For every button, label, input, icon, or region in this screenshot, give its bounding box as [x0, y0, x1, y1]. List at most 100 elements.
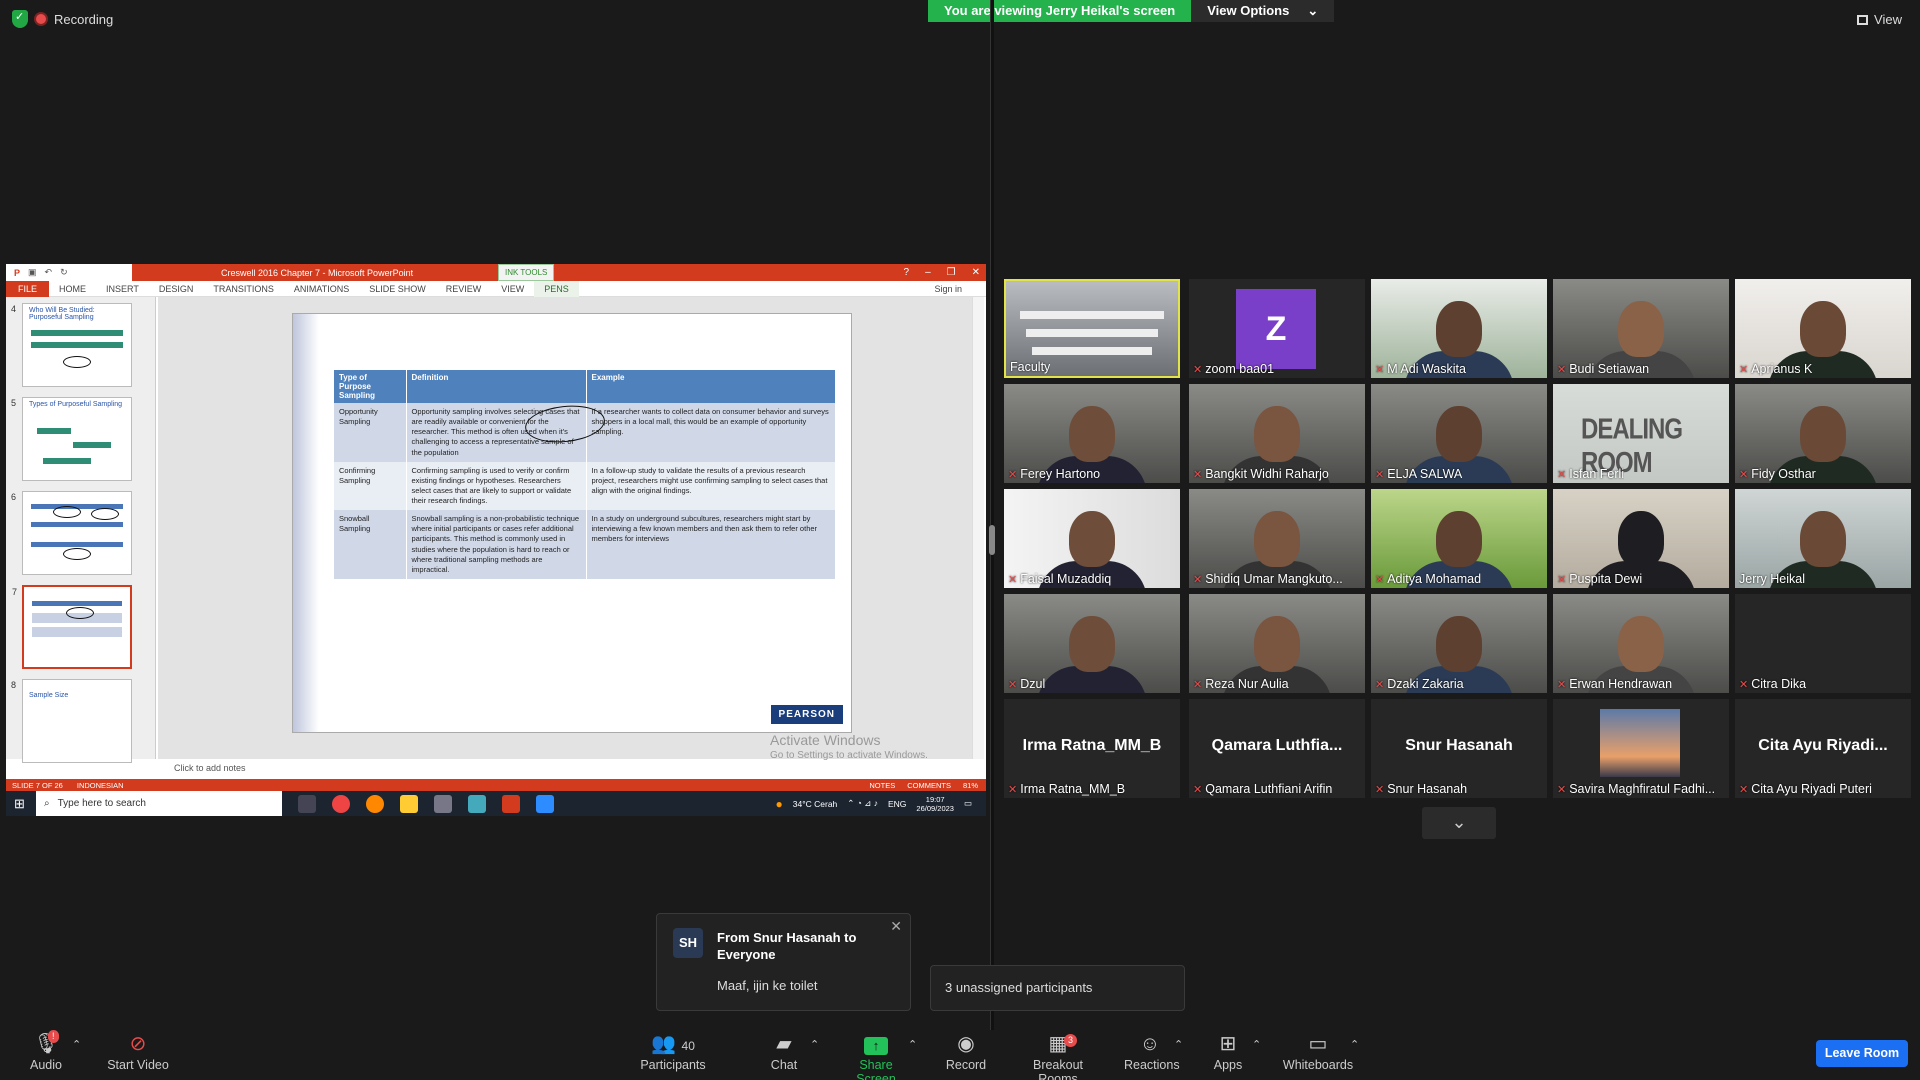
slide-editor[interactable]: Type of Purpose Sampling Definition Exam…: [158, 297, 984, 759]
participant-tile[interactable]: ✕ Fidy Osthar: [1735, 384, 1911, 483]
tab-animations[interactable]: ANIMATIONS: [284, 284, 359, 294]
clock[interactable]: 19:07 26/09/2023: [916, 795, 954, 813]
zoom-app-icon[interactable]: [536, 794, 554, 813]
file-explorer-icon[interactable]: [400, 794, 418, 813]
tab-design[interactable]: DESIGN: [149, 284, 204, 294]
participant-tile[interactable]: Qamara Luthfia... ✕ Qamara Luthfiani Arifi…: [1189, 699, 1365, 798]
participant-tile[interactable]: ✕ Ferey Hartono: [1004, 384, 1180, 483]
split-divider[interactable]: [989, 0, 995, 1030]
audio-button[interactable]: 🎙 Audio: [28, 1030, 64, 1080]
tray-icons[interactable]: ⌃ ◔ ⊿ ♪: [847, 798, 878, 809]
notes-pane[interactable]: Click to add notes: [158, 759, 984, 779]
task-view-icon[interactable]: [298, 794, 316, 813]
sign-in-link[interactable]: Sign in: [934, 284, 986, 294]
apps-options-caret[interactable]: ⌃: [1252, 1038, 1261, 1051]
comments-button[interactable]: COMMENTS: [907, 781, 951, 790]
participant-tile[interactable]: Cita Ayu Riyadi... ✕ Cita Ayu Riyadi Puter…: [1735, 699, 1911, 798]
minimize-icon[interactable]: –: [925, 267, 931, 278]
tab-home[interactable]: HOME: [49, 284, 96, 294]
audio-options-caret[interactable]: ⌃: [72, 1038, 81, 1051]
close-icon[interactable]: ✕: [890, 918, 902, 935]
ink-annotation: [91, 508, 119, 520]
encryption-shield-icon[interactable]: [12, 10, 28, 28]
tab-file[interactable]: FILE: [6, 280, 50, 297]
settings-icon[interactable]: [434, 794, 452, 813]
slide-thumbnail[interactable]: 6: [11, 491, 132, 575]
notes-button[interactable]: NOTES: [869, 781, 895, 790]
participant-tile[interactable]: ✕ Reza Nur Aulia: [1189, 594, 1365, 693]
participant-tile[interactable]: Jerry Heikal: [1735, 489, 1911, 588]
input-language[interactable]: ENG: [888, 799, 906, 809]
undo-icon[interactable]: ↶: [45, 267, 53, 278]
participant-tile[interactable]: ✕ Aditya Mohamad: [1371, 489, 1547, 588]
participant-tile[interactable]: Snur Hasanah ✕ Snur Hasanah: [1371, 699, 1547, 798]
zoom-level[interactable]: 81%: [963, 781, 978, 790]
participant-tile[interactable]: DEALING ROOM ✕ Isfan Ferli: [1553, 384, 1729, 483]
redo-icon[interactable]: ↻: [60, 267, 68, 278]
notifications-icon[interactable]: ▭: [964, 798, 972, 809]
firefox-icon[interactable]: [366, 794, 384, 813]
slide-thumbnail-selected[interactable]: 7: [12, 585, 132, 669]
share-options-caret[interactable]: ⌃: [908, 1038, 917, 1051]
help-icon[interactable]: ?: [904, 267, 910, 278]
view-button[interactable]: View: [1857, 12, 1902, 27]
participant-tile[interactable]: ✕ Shidiq Umar Mangkuto...: [1189, 489, 1365, 588]
reactions-button[interactable]: ☺ Reactions: [1124, 1030, 1180, 1080]
close-icon[interactable]: ✕: [972, 267, 980, 278]
tab-insert[interactable]: INSERT: [96, 284, 149, 294]
chat-options-caret[interactable]: ⌃: [810, 1038, 819, 1051]
powerpoint-icon[interactable]: [502, 794, 520, 813]
chrome-icon[interactable]: [332, 794, 350, 813]
participant-tile[interactable]: ✕ Aprianus K: [1735, 279, 1911, 378]
weather-text[interactable]: 34°C Cerah: [793, 799, 838, 809]
tab-slide-show[interactable]: SLIDE SHOW: [359, 284, 436, 294]
participant-tile[interactable]: ✕ ELJA SALWA: [1371, 384, 1547, 483]
slide-thumbnail[interactable]: 8 Sample Size: [11, 679, 132, 763]
slide-thumbnail[interactable]: 5 Types of Purposeful Sampling: [11, 397, 132, 481]
chat-button[interactable]: ▰ Chat: [766, 1030, 802, 1080]
current-slide[interactable]: Type of Purpose Sampling Definition Exam…: [292, 313, 852, 733]
taskbar-search-input[interactable]: ⌕ Type here to search: [36, 791, 282, 816]
participant-tile[interactable]: Z ✕ zoom baa01: [1189, 279, 1365, 378]
start-video-button[interactable]: ⊘ Start Video: [106, 1030, 170, 1080]
tab-pens[interactable]: PENS: [534, 280, 579, 297]
record-button[interactable]: ◉ Record: [944, 1030, 988, 1080]
participant-tile[interactable]: ✕ Citra Dika: [1735, 594, 1911, 693]
save-icon[interactable]: ▣: [28, 267, 37, 278]
participant-tile[interactable]: ✕ Dzaki Zakaria: [1371, 594, 1547, 693]
participant-tile[interactable]: Irma Ratna_MM_B ✕ Irma Ratna_MM_B: [1004, 699, 1180, 798]
participant-tile[interactable]: ✕ Faisal Muzaddiq: [1004, 489, 1180, 588]
participant-tile[interactable]: ✕ M Adi Waskita: [1371, 279, 1547, 378]
apps-button[interactable]: ⊞ Apps: [1212, 1030, 1244, 1080]
windows-start-icon[interactable]: ⊞: [14, 796, 25, 812]
share-screen-button[interactable]: ↑ Share Screen: [840, 1030, 912, 1080]
participant-tile[interactable]: ✕ Dzul: [1004, 594, 1180, 693]
restore-icon[interactable]: ❐: [947, 267, 956, 278]
vertical-scrollbar[interactable]: [972, 297, 984, 759]
divider-handle[interactable]: [989, 525, 995, 555]
participants-button[interactable]: 👥 40 Participants: [640, 1030, 706, 1080]
participant-tile[interactable]: ✕ Savira Maghfiratul Fadhi...: [1553, 699, 1729, 798]
app-icon[interactable]: [468, 794, 486, 813]
unassigned-participants-notice[interactable]: 3 unassigned participants: [930, 965, 1185, 1011]
language-indicator[interactable]: INDONESIAN: [77, 781, 124, 790]
view-options-button[interactable]: View Options ⌄: [1191, 0, 1335, 22]
slide-thumbnail[interactable]: 4 Who Will Be Studied: Purposeful Sampli…: [11, 303, 132, 387]
participant-tile[interactable]: ✕ Bangkit Widhi Raharjo: [1189, 384, 1365, 483]
whiteboards-options-caret[interactable]: ⌃: [1350, 1038, 1359, 1051]
whiteboards-button[interactable]: ▭ Whiteboards: [1282, 1030, 1354, 1080]
tab-transitions[interactable]: TRANSITIONS: [203, 284, 284, 294]
participant-tile[interactable]: Faculty: [1004, 279, 1180, 378]
chat-notification[interactable]: SH From Snur Hasanah to Everyone Maaf, i…: [656, 913, 911, 1011]
tab-view[interactable]: VIEW: [491, 284, 534, 294]
participant-tile[interactable]: ✕ Budi Setiawan: [1553, 279, 1729, 378]
recording-indicator[interactable]: Recording: [12, 10, 113, 28]
participant-tile[interactable]: ✕ Erwan Hendrawan: [1553, 594, 1729, 693]
breakout-rooms-button[interactable]: ▦ Breakout Rooms: [1012, 1030, 1104, 1080]
leave-room-button[interactable]: Leave Room: [1816, 1040, 1908, 1067]
reactions-options-caret[interactable]: ⌃: [1174, 1038, 1183, 1051]
slide-thumbnails-pane[interactable]: 4 Who Will Be Studied: Purposeful Sampli…: [6, 297, 156, 763]
participant-tile[interactable]: ✕ Puspita Dewi: [1553, 489, 1729, 588]
gallery-next-page-button[interactable]: ⌄: [1422, 807, 1496, 839]
tab-review[interactable]: REVIEW: [436, 284, 492, 294]
